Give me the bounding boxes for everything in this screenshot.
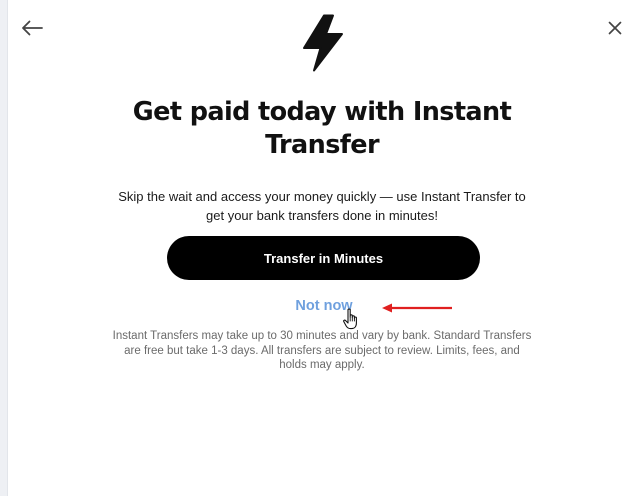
red-arrow-icon xyxy=(382,303,452,313)
back-button[interactable] xyxy=(18,14,46,42)
arrow-left-icon xyxy=(22,20,43,36)
hand-pointer-icon xyxy=(343,308,357,330)
close-icon xyxy=(608,21,622,35)
page-title: Get paid today with Instant Transfer xyxy=(132,97,512,160)
subtext: Skip the wait and access your money quic… xyxy=(118,189,526,223)
transfer-in-minutes-button[interactable]: Transfer in Minutes xyxy=(167,236,480,280)
close-button[interactable] xyxy=(602,15,628,41)
lightning-bolt-icon xyxy=(303,14,343,72)
disclaimer-text: Instant Transfers may take up to 30 minu… xyxy=(112,330,532,371)
left-rail xyxy=(0,0,8,496)
